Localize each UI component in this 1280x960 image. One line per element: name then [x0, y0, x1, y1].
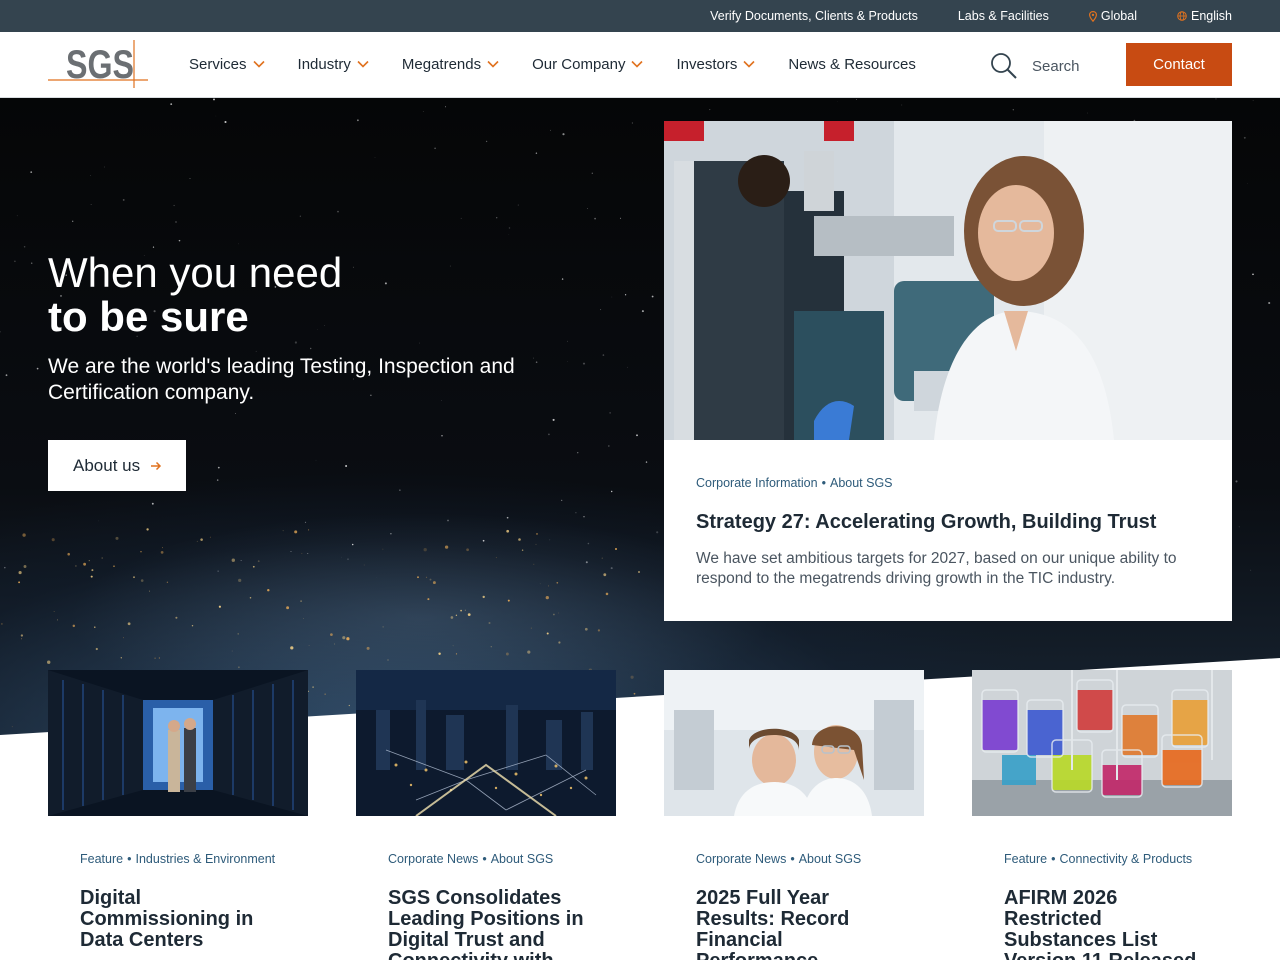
card-tag-topic[interactable]: Connectivity & Products: [1059, 852, 1192, 866]
bullet-separator: •: [482, 852, 487, 866]
utility-bar: Verify Documents, Clients & Products Lab…: [0, 0, 1280, 32]
search-label: Search: [1032, 57, 1080, 75]
card-tag-category[interactable]: Corporate News: [696, 852, 786, 866]
news-card[interactable]: Feature • Connectivity & Products AFIRM 20…: [972, 670, 1232, 960]
card-tag-category[interactable]: Feature: [1004, 852, 1047, 866]
nav-our-company-label: Our Company: [532, 55, 626, 73]
data-center-image: [48, 670, 308, 816]
hero-title-line2: to be sure: [48, 293, 249, 340]
hero-subtitle: We are the world's leading Testing, Insp…: [48, 355, 515, 404]
chevron-down-icon: [487, 60, 499, 68]
nav-news-resources[interactable]: News & Resources: [788, 56, 916, 73]
card-title[interactable]: 2025 Full Year Results: Record Financial…: [696, 888, 896, 960]
card-tags: Feature • Industries & Environment: [80, 852, 275, 866]
card-title[interactable]: Digital Commissioning in Data Centers: [80, 888, 280, 951]
verify-documents-label: Verify Documents, Clients & Products: [710, 9, 918, 23]
nav-industry-label: Industry: [297, 55, 351, 73]
card-tag-topic[interactable]: Industries & Environment: [135, 852, 275, 866]
hero-title-line1: When you need: [48, 249, 343, 296]
about-us-button[interactable]: About us: [48, 440, 186, 491]
search-trigger[interactable]: Search: [990, 52, 1080, 80]
card-tags: Feature • Connectivity & Products: [1004, 852, 1192, 866]
primary-menu: Services Industry Megatrends Our Company…: [189, 32, 949, 96]
main-navigation: SGS Services Industry Megatrends Our Com…: [0, 32, 1280, 98]
nav-megatrends-label: Megatrends: [401, 55, 482, 73]
card-tag-category[interactable]: Corporate News: [388, 852, 478, 866]
utility-links: Verify Documents, Clients & Products Lab…: [710, 0, 1232, 32]
hero-section: When you need to be sure We are the worl…: [0, 98, 1280, 960]
feature-title[interactable]: Strategy 27: Accelerating Growth, Buildi…: [696, 511, 1156, 534]
nav-investors[interactable]: Investors: [676, 56, 755, 73]
logo-wordmark: SGS: [66, 43, 134, 87]
card-tag-category[interactable]: Feature: [80, 852, 123, 866]
labs-facilities-link[interactable]: Labs & Facilities: [958, 9, 1049, 23]
nav-industry[interactable]: Industry: [298, 56, 369, 73]
card-tags: Corporate News • About SGS: [696, 852, 861, 866]
card-tag-topic[interactable]: About SGS: [799, 852, 862, 866]
card-title[interactable]: AFIRM 2026 Restricted Substances List Ve…: [1004, 888, 1204, 960]
bullet-separator: •: [821, 476, 826, 490]
language-label: English: [1191, 9, 1232, 23]
lab-beakers-image: [972, 670, 1232, 816]
contact-button[interactable]: Contact: [1126, 43, 1232, 86]
news-card[interactable]: Feature • Industries & Environment Digital…: [48, 670, 308, 960]
card-title[interactable]: SGS Consolidates Leading Positions in Di…: [388, 888, 588, 960]
chevron-down-icon: [252, 60, 265, 68]
region-label: Global: [1100, 9, 1137, 23]
chevron-down-icon: [357, 60, 369, 68]
feature-card[interactable]: Corporate Information • About SGS Strategy…: [664, 121, 1232, 621]
nav-our-company[interactable]: Our Company: [532, 55, 644, 73]
chevron-down-icon: [743, 60, 755, 68]
bullet-separator: •: [1051, 852, 1056, 866]
nav-megatrends[interactable]: Megatrends: [402, 56, 499, 73]
card-tag-topic[interactable]: About SGS: [491, 852, 554, 866]
language-selector[interactable]: English: [1177, 9, 1232, 23]
feature-tag-topic[interactable]: About SGS: [830, 476, 893, 490]
feature-tag-category[interactable]: Corporate Information: [696, 476, 818, 490]
search-icon: [991, 53, 1017, 79]
about-us-label: About us: [73, 455, 141, 475]
arrow-right-icon: [150, 458, 162, 474]
chevron-down-icon: [631, 60, 644, 68]
region-selector[interactable]: Global: [1088, 9, 1137, 23]
nav-investors-label: Investors: [676, 55, 738, 73]
location-pin-icon: [1088, 11, 1097, 22]
sgs-logo[interactable]: SGS: [48, 40, 148, 88]
scientists-image: [664, 670, 924, 816]
nav-services-label: Services: [189, 55, 247, 73]
news-card[interactable]: Corporate News • About SGS SGS Consolidate…: [356, 670, 616, 960]
globe-icon: [1177, 11, 1187, 21]
city-network-image: [356, 670, 616, 816]
nav-news-resources-label: News & Resources: [788, 55, 916, 73]
news-card[interactable]: Corporate News • About SGS 2025 Full Year …: [664, 670, 924, 960]
labs-facilities-label: Labs & Facilities: [957, 9, 1049, 23]
nav-services[interactable]: Services: [189, 56, 265, 73]
card-tags: Corporate News • About SGS: [388, 852, 553, 866]
scientist-lab-image: [664, 121, 1232, 440]
bullet-separator: •: [790, 852, 795, 866]
feature-description: We have set ambitious targets for 2027, …: [696, 550, 1177, 587]
bullet-separator: •: [127, 852, 132, 866]
verify-documents-link[interactable]: Verify Documents, Clients & Products: [710, 9, 918, 23]
feature-tags: Corporate Information • About SGS: [696, 476, 893, 490]
